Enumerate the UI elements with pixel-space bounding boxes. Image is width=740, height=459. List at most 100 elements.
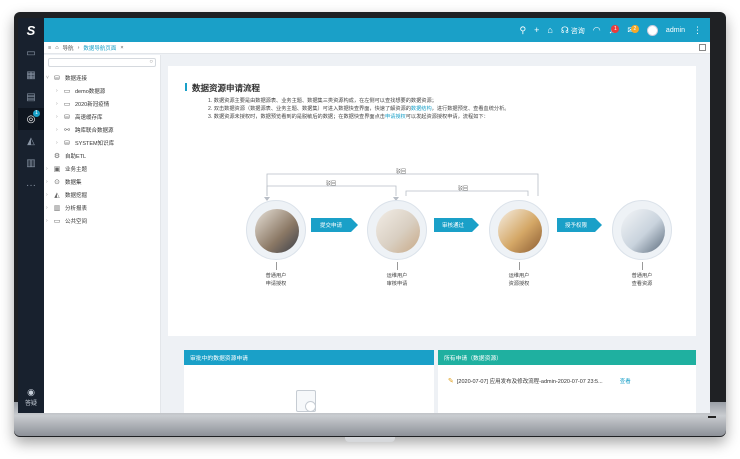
tree-item-label: 2020新冠疫情: [75, 101, 110, 108]
step-review-image: [367, 200, 427, 260]
message-button[interactable]: ✉2: [627, 24, 639, 36]
reject-line-1: [266, 185, 397, 196]
resource-tree: ○ ˅ ⛁ 数据连接 › ▭ demo数据源 › ▭ 2020新冠疫情 › ⛁ 高速缓存库 › ⚯ 跨库联合…: [44, 55, 161, 413]
app-logo[interactable]: S: [18, 18, 44, 42]
tree-item[interactable]: › ⛁ SYSTEM知识库: [44, 136, 160, 149]
tree-item-label: 业务主题: [65, 166, 88, 173]
step-connector: [519, 262, 520, 270]
chart-nav-icon[interactable]: ◭: [18, 130, 44, 152]
step-view-label: 普通用户 查看资源: [612, 272, 672, 288]
avatar[interactable]: [646, 24, 658, 36]
step-review-photo: [376, 209, 420, 253]
all-requests-panel: 所有申请（数据资源） ✎ [2020-07-07] 应用发布及修改流程-admi…: [438, 350, 696, 413]
notification-button[interactable]: ♫1: [609, 25, 620, 35]
request-icon: ✎: [448, 378, 454, 385]
tree-item[interactable]: › ▥ 分析报表: [44, 201, 160, 214]
reject-label-outer: 驳回: [396, 169, 407, 175]
all-panel-header: 所有申请（数据资源）: [438, 350, 696, 365]
nav-badge: 1: [33, 110, 40, 117]
tree-item-label: 数据挖掘: [65, 192, 88, 199]
left-nav: ▭ ▦ ▤ ◎ 1 ◭ ▥ ··· ◉ 答疑: [18, 42, 44, 413]
nav-breadcrumb[interactable]: 导航: [63, 44, 74, 52]
database-icon: ⛁: [54, 74, 60, 82]
top-right-tools: ⚲ + ⌂ ☊ 咨询 ◠ ♫1 ✉2 admin ⋮: [520, 24, 710, 36]
step-grant-image: [489, 200, 549, 260]
tree-item-label: 跨库联合数据源: [75, 127, 114, 134]
consult-label: 咨询: [570, 27, 585, 35]
headset-icon: ☊: [560, 24, 569, 35]
step-apply-image: [246, 200, 306, 260]
report-icon: ▥: [53, 204, 61, 212]
view-link[interactable]: 查看: [620, 377, 631, 385]
step-role: 运维用户: [508, 273, 530, 279]
top-bar: S ⚲ + ⌂ ☊ 咨询 ◠ ♫1 ✉2 admin ⋮: [18, 18, 710, 42]
database-icon: ⛁: [64, 113, 70, 121]
step-review-label: 运维用户 审核申请: [367, 272, 427, 288]
tree-item-label: 分析报表: [65, 205, 88, 212]
step-connector: [276, 262, 277, 270]
folder-icon: ▭: [53, 217, 61, 225]
help-icon[interactable]: ◠: [593, 25, 601, 36]
tree-item[interactable]: › ⊙ 数据集: [44, 175, 160, 188]
tree-item-label: 自助ETL: [65, 153, 87, 160]
step-grant-photo: [498, 209, 542, 253]
collapse-icon[interactable]: ≡: [48, 45, 51, 51]
consult-button[interactable]: ☊ 咨询: [561, 25, 585, 36]
document-nav-icon[interactable]: ▤: [18, 86, 44, 108]
tab-bar: ≡ ⌂ 导航 › 数据导航页面 ×: [44, 42, 710, 54]
step-action: 资源授权: [508, 281, 530, 287]
home-tab-icon[interactable]: ⌂: [55, 45, 58, 51]
tree-item-label: SYSTEM知识库: [75, 140, 115, 147]
tree-item[interactable]: › ▣ 业务主题: [44, 162, 160, 175]
qa-nav[interactable]: ◉ 答疑: [18, 387, 44, 407]
search-icon[interactable]: ⚲: [520, 25, 527, 36]
tree-item[interactable]: ˅ ⛁ 数据连接: [44, 71, 160, 84]
tree-item[interactable]: › ▭ demo数据源: [44, 84, 160, 97]
more-nav-icon[interactable]: ···: [18, 174, 44, 196]
tree-item-label: 高速缓存库: [75, 114, 103, 121]
maximize-icon[interactable]: [699, 44, 706, 51]
step-view-photo: [621, 209, 665, 253]
tree-item[interactable]: › ⚯ 跨库联合数据源: [44, 123, 160, 136]
username[interactable]: admin: [666, 27, 685, 34]
more-icon[interactable]: ⋮: [693, 25, 702, 36]
flow-connectors: [264, 173, 539, 201]
tree-item[interactable]: › ◭ 数据挖掘: [44, 188, 160, 201]
tree-item-label: demo数据源: [75, 88, 106, 95]
monitor-nav-icon[interactable]: ▭: [18, 42, 44, 64]
tree-item[interactable]: › ▭ 公共空间: [44, 214, 160, 227]
home-icon[interactable]: ⌂: [547, 25, 552, 35]
grid-nav-icon[interactable]: ▦: [18, 64, 44, 86]
tab-data-navigation[interactable]: 数据导航页面: [83, 44, 116, 52]
tree-item-label: 公共空间: [65, 218, 88, 225]
qa-label: 答疑: [24, 401, 37, 407]
step-role: 普通用户: [265, 273, 287, 279]
monitor-stand: [345, 437, 395, 442]
request-text[interactable]: [2020-07-07] 应用发布及修改流程-admin-2020-07-07 …: [457, 377, 603, 385]
tree-search-input[interactable]: ○: [48, 58, 156, 67]
power-indicator: [708, 416, 716, 418]
data-resource-nav-icon[interactable]: ◎ 1: [18, 108, 44, 130]
reject-label-2: 驳回: [458, 186, 469, 192]
report-nav-icon[interactable]: ▥: [18, 152, 44, 174]
pending-panel-header: 审批中的数据资源申请: [184, 350, 434, 365]
message-badge: 2: [630, 24, 639, 33]
step-apply-photo: [255, 209, 299, 253]
tree-item[interactable]: › ▭ 2020新冠疫情: [44, 97, 160, 110]
reject-label-1: 驳回: [326, 181, 337, 187]
search-icon: ○: [149, 59, 153, 65]
plus-icon[interactable]: +: [534, 25, 539, 35]
approve-arrow: 审核通过: [434, 218, 479, 232]
tab-separator: ›: [77, 44, 80, 51]
mining-icon: ◭: [54, 191, 60, 199]
link-icon: ⚯: [64, 126, 70, 134]
tree-item[interactable]: ⚙ 自助ETL: [44, 149, 160, 162]
grant-arrow: 授予权限: [557, 218, 602, 232]
empty-state-icon: [296, 390, 316, 412]
tree-item[interactable]: › ⛁ 高速缓存库: [44, 110, 160, 123]
close-tab-icon[interactable]: ×: [120, 45, 123, 51]
dataset-icon: ⊙: [54, 178, 60, 186]
step-action: 申请授权: [265, 281, 287, 287]
step-view-image: [612, 200, 672, 260]
flow-diagram: 驳回 驳回 驳回 提交申请 审核通过 授予权限 普通用户 申请授权 运维用户 审核申…: [168, 66, 696, 336]
